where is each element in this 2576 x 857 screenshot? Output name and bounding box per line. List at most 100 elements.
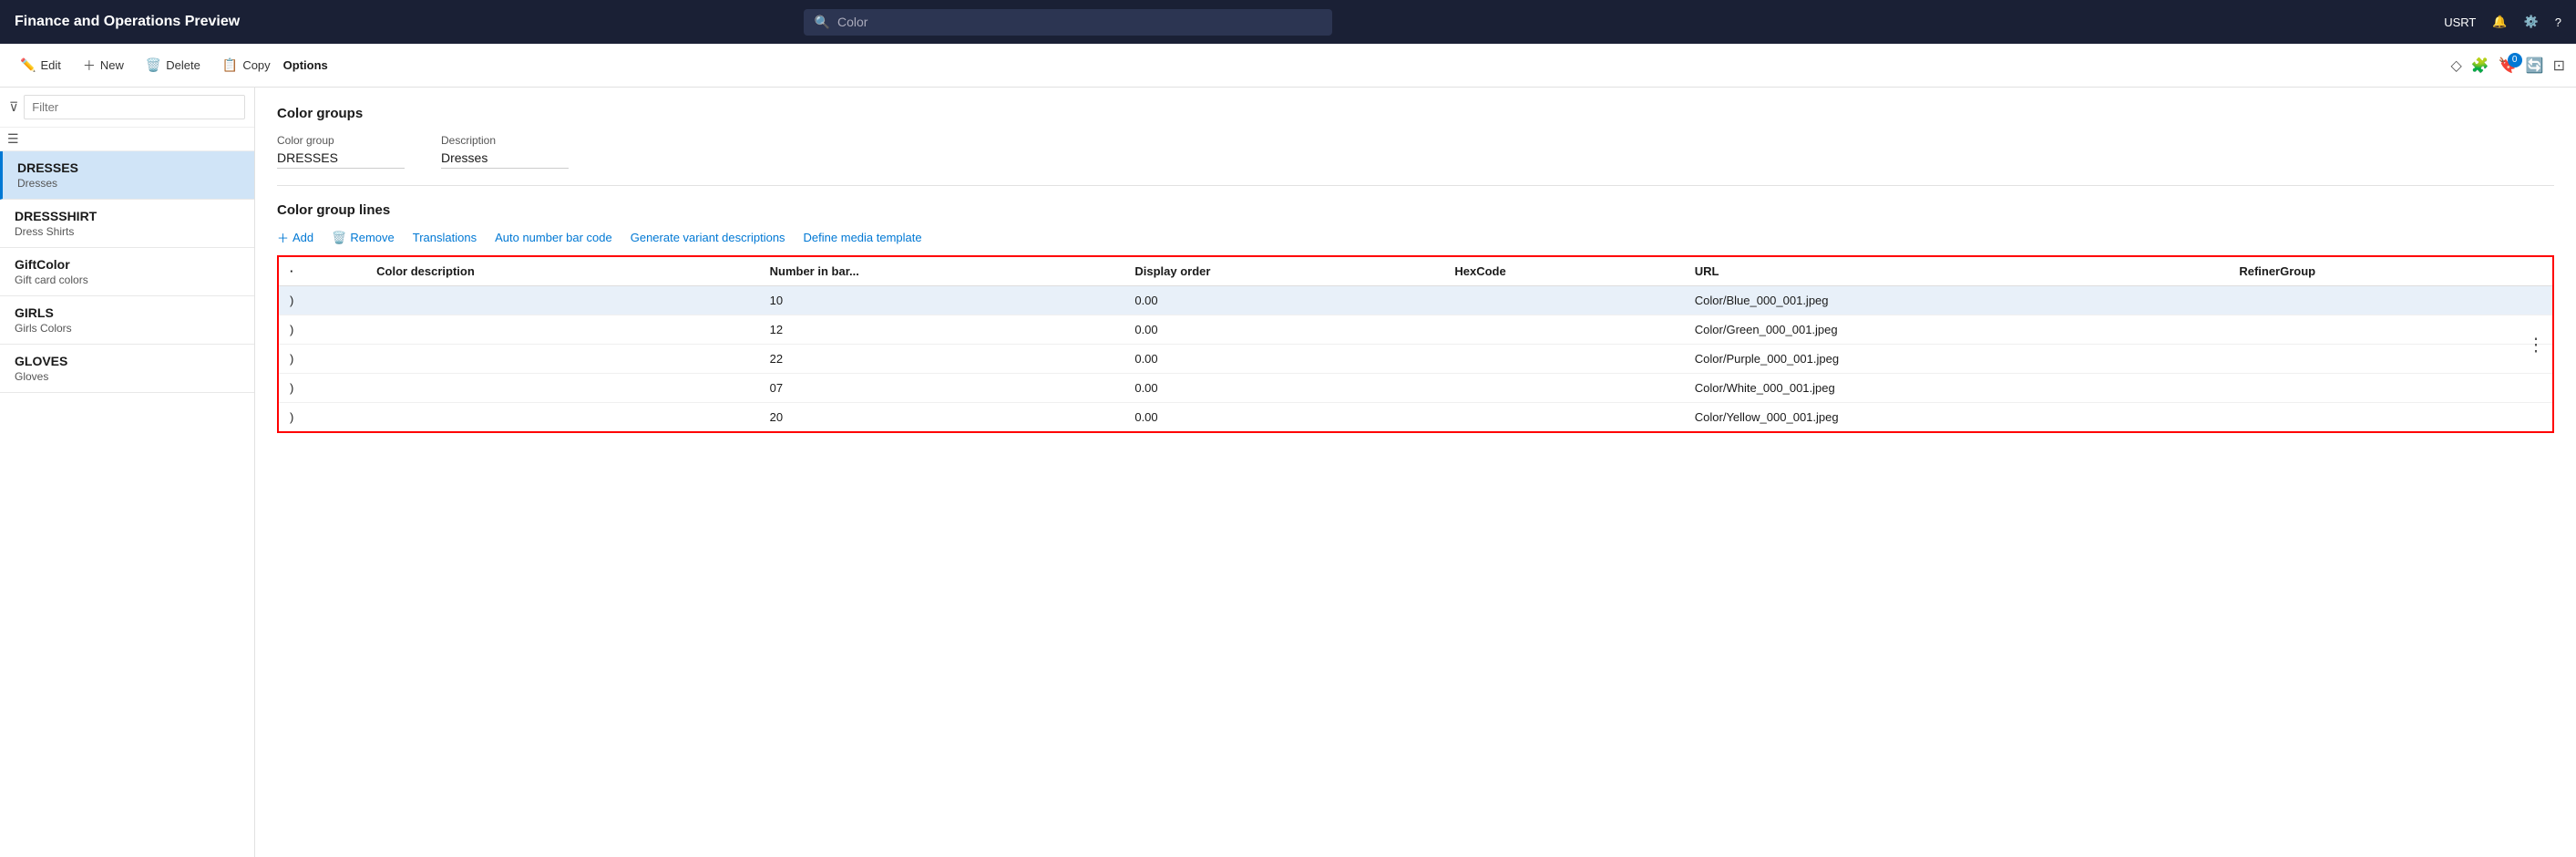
divider [277, 185, 2554, 186]
sidebar-filter-row: ⊽ [0, 88, 254, 128]
puzzle-icon[interactable]: 🧩 [2471, 57, 2489, 75]
sidebar-item-girls[interactable]: GIRLS Girls Colors [0, 296, 254, 345]
content-area: Color groups Color group DRESSES Descrip… [255, 88, 2576, 857]
sidebar-item-sub: Dress Shirts [15, 225, 240, 238]
sidebar-item-sub: Gloves [15, 370, 240, 383]
cell-url: Color/Yellow_000_001.jpeg [1684, 403, 2229, 433]
col-header-hexcode: HexCode [1443, 256, 1683, 286]
refresh-icon[interactable]: 🔄 [2526, 57, 2544, 75]
cell-url: Color/Blue_000_001.jpeg [1684, 286, 2229, 315]
cell-display_order: 0.00 [1124, 345, 1443, 374]
cell-hexcode [1443, 286, 1683, 315]
table-row[interactable]: )070.00Color/White_000_001.jpeg [278, 374, 2553, 403]
sidebar-item-title: DRESSES [17, 160, 240, 175]
table-row[interactable]: )220.00Color/Purple_000_001.jpeg [278, 345, 2553, 374]
remove-icon: 🗑️ [332, 231, 346, 245]
user-label: USRT [2444, 15, 2476, 29]
lines-section-title: Color group lines [277, 202, 2554, 218]
hamburger-icon[interactable]: ☰ [7, 131, 19, 147]
sidebar-item-sub: Gift card colors [15, 274, 240, 286]
cell-number_in_bar: 10 [759, 286, 1124, 315]
table-row[interactable]: )100.00Color/Blue_000_001.jpeg [278, 286, 2553, 315]
search-input[interactable] [837, 15, 1321, 29]
auto-number-button[interactable]: Auto number bar code [495, 231, 612, 244]
col-header-url: URL [1684, 256, 2229, 286]
filter-icon: ⊽ [9, 99, 18, 115]
col-header-color_description: Color description [365, 256, 758, 286]
cell-number_in_bar: 12 [759, 315, 1124, 345]
table-row[interactable]: )120.00Color/Green_000_001.jpeg [278, 315, 2553, 345]
cell-url: Color/Green_000_001.jpeg [1684, 315, 2229, 345]
remove-button[interactable]: 🗑️ Remove [332, 231, 395, 245]
color-lines-table: ·Color descriptionNumber in bar...Displa… [277, 255, 2554, 433]
color-group-label: Color group [277, 134, 405, 147]
search-icon: 🔍 [815, 15, 830, 30]
define-media-button[interactable]: Define media template [804, 231, 922, 244]
cell-dot: ) [278, 286, 365, 315]
lines-toolbar: ＋ Add 🗑️ Remove Translations Auto number… [277, 229, 2554, 246]
sidebar: ⊽ ☰ DRESSES Dresses DRESSSHIRT Dress Shi… [0, 88, 255, 857]
main-toolbar: ✏️ Edit ＋ New 🗑️ Delete 📋 Copy Options ◇… [0, 44, 2576, 88]
sidebar-item-gloves[interactable]: GLOVES Gloves [0, 345, 254, 393]
settings-icon[interactable]: ⚙️ [2524, 15, 2539, 29]
col-header-refiner_group: RefinerGroup [2228, 256, 2553, 286]
edit-button[interactable]: ✏️ Edit [11, 52, 70, 78]
translations-button[interactable]: Translations [413, 231, 477, 244]
cell-color_description [365, 374, 758, 403]
cell-color_description [365, 286, 758, 315]
minimize-icon[interactable]: ⊡ [2553, 57, 2565, 75]
cell-dot: ) [278, 374, 365, 403]
sidebar-list: DRESSES Dresses DRESSSHIRT Dress Shirts … [0, 151, 254, 857]
delete-button[interactable]: 🗑️ Delete [137, 52, 210, 78]
cell-number_in_bar: 22 [759, 345, 1124, 374]
main-layout: ⊽ ☰ DRESSES Dresses DRESSSHIRT Dress Shi… [0, 88, 2576, 857]
col-header-display_order: Display order [1124, 256, 1443, 286]
colorgroup-form: Color group DRESSES Description Dresses [277, 134, 2554, 169]
toolbar-right: ◇ 🧩 🔖 0 🔄 ⊡ [2451, 57, 2565, 75]
bookmark-icon[interactable]: 🔖 0 [2499, 57, 2517, 75]
app-title: Finance and Operations Preview [15, 14, 240, 30]
sidebar-item-title: GLOVES [15, 354, 240, 368]
cell-display_order: 0.00 [1124, 315, 1443, 345]
table-wrapper: ·Color descriptionNumber in bar...Displa… [277, 255, 2554, 433]
sidebar-item-dressshirt[interactable]: DRESSSHIRT Dress Shirts [0, 200, 254, 248]
sidebar-item-sub: Girls Colors [15, 322, 240, 335]
cell-refiner_group [2228, 315, 2553, 345]
description-label: Description [441, 134, 569, 147]
cell-number_in_bar: 20 [759, 403, 1124, 433]
new-button[interactable]: ＋ New [74, 51, 133, 80]
delete-icon: 🗑️ [146, 57, 161, 73]
cell-url: Color/White_000_001.jpeg [1684, 374, 2229, 403]
notification-icon[interactable]: 🔔 [2492, 15, 2507, 29]
cell-refiner_group [2228, 286, 2553, 315]
help-icon[interactable]: ? [2555, 15, 2561, 29]
copy-icon: 📋 [222, 57, 238, 73]
sidebar-item-giftcolor[interactable]: GiftColor Gift card colors [0, 248, 254, 296]
cell-number_in_bar: 07 [759, 374, 1124, 403]
copy-button[interactable]: 📋 Copy [213, 52, 280, 78]
diamond-icon[interactable]: ◇ [2451, 57, 2462, 75]
sidebar-controls: ☰ [0, 128, 254, 151]
generate-button[interactable]: Generate variant descriptions [631, 231, 785, 244]
global-search[interactable]: 🔍 [804, 9, 1332, 36]
cell-hexcode [1443, 403, 1683, 433]
cell-refiner_group [2228, 374, 2553, 403]
more-options-icon[interactable]: ⋮ [2527, 333, 2545, 356]
add-icon: ＋ [277, 229, 289, 246]
table-row[interactable]: )200.00Color/Yellow_000_001.jpeg [278, 403, 2553, 433]
cell-display_order: 0.00 [1124, 403, 1443, 433]
badge: 0 [2508, 53, 2522, 67]
color-group-field: Color group DRESSES [277, 134, 405, 169]
cell-color_description [365, 403, 758, 433]
cell-refiner_group [2228, 345, 2553, 374]
description-field: Description Dresses [441, 134, 569, 169]
sidebar-item-title: DRESSSHIRT [15, 209, 240, 223]
cell-dot: ) [278, 345, 365, 374]
top-nav-right: USRT 🔔 ⚙️ ? [2444, 15, 2561, 29]
color-group-value: DRESSES [277, 150, 405, 169]
cell-hexcode [1443, 315, 1683, 345]
filter-input[interactable] [24, 95, 245, 119]
sidebar-item-dresses[interactable]: DRESSES Dresses [0, 151, 254, 200]
add-button[interactable]: ＋ Add [277, 229, 313, 246]
cell-hexcode [1443, 345, 1683, 374]
